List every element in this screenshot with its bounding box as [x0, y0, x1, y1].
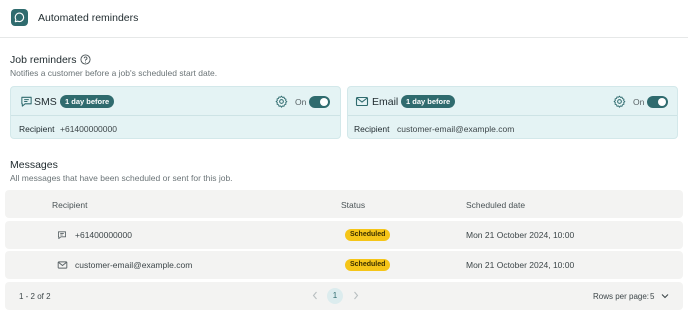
column-header-status: Status: [341, 200, 366, 210]
chevron-left-icon[interactable]: [310, 289, 320, 305]
recipient-cell: +61400000000: [75, 230, 132, 240]
job-reminders-title: Job reminders: [10, 54, 77, 66]
chevron-down-icon[interactable]: [660, 291, 670, 304]
scheduled-date-cell: Mon 21 October 2024, 10:00: [466, 230, 575, 240]
toggle-knob: [658, 98, 666, 106]
status-badge: Scheduled: [345, 259, 391, 271]
chat-bubble-icon: [11, 9, 28, 26]
sms-recipient-value: +61400000000: [60, 124, 117, 134]
table-row[interactable]: customer-email@example.com Scheduled Mon…: [5, 251, 683, 279]
scheduled-date-cell: Mon 21 October 2024, 10:00: [466, 260, 575, 270]
email-reminder-card: Email 1 day before On Recipient customer…: [347, 86, 678, 139]
status-badge: Scheduled: [345, 229, 391, 241]
sms-card-header: SMS 1 day before On: [11, 87, 340, 116]
chevron-right-icon[interactable]: [351, 289, 361, 305]
mail-icon: [57, 260, 68, 273]
sms-reminder-card: SMS 1 day before On Recipient +614000000…: [10, 86, 341, 139]
email-recipient-label: Recipient: [354, 124, 390, 134]
pagination-range: 1 - 2 of 2: [19, 292, 51, 301]
sms-icon: [57, 230, 67, 243]
messages-subtitle: All messages that have been scheduled or…: [10, 173, 233, 183]
column-header-recipient: Recipient: [52, 200, 88, 210]
recipient-cell: customer-email@example.com: [75, 260, 193, 270]
email-channel-label: Email: [372, 96, 399, 108]
toggle-knob: [320, 98, 328, 106]
sms-timing-badge: 1 day before: [60, 95, 115, 108]
sms-recipient-label: Recipient: [19, 124, 55, 134]
gear-icon[interactable]: [275, 95, 288, 111]
column-header-scheduled-date: Scheduled date: [466, 200, 526, 210]
mail-icon: [355, 95, 369, 111]
job-reminders-heading: Job reminders: [10, 54, 91, 66]
sms-toggle-label: On: [295, 97, 307, 107]
email-toggle-label: On: [633, 97, 645, 107]
page-header: Automated reminders: [0, 0, 688, 38]
table-header: Recipient Status Scheduled date: [5, 190, 683, 218]
messages-table: Recipient Status Scheduled date +6140000…: [5, 190, 683, 310]
messages-title: Messages: [10, 159, 58, 171]
gear-icon[interactable]: [613, 95, 626, 111]
job-reminders-subtitle: Notifies a customer before a job's sched…: [10, 68, 218, 78]
email-card-header: Email 1 day before On: [348, 87, 677, 116]
email-timing-badge: 1 day before: [401, 95, 456, 108]
page-number-button[interactable]: 1: [327, 288, 343, 304]
sms-toggle[interactable]: [309, 96, 330, 108]
help-icon[interactable]: [79, 54, 91, 65]
sms-icon: [20, 95, 33, 111]
page-title: Automated reminders: [38, 12, 139, 24]
sms-channel-label: SMS: [34, 96, 57, 108]
table-pagination: 1 - 2 of 2 1 Rows per page: 5: [5, 282, 683, 310]
rows-per-page-select[interactable]: 5: [650, 292, 654, 301]
rows-per-page-label: Rows per page:: [593, 292, 650, 301]
email-toggle[interactable]: [647, 96, 668, 108]
table-row[interactable]: +61400000000 Scheduled Mon 21 October 20…: [5, 221, 683, 249]
email-recipient-value: customer-email@example.com: [397, 124, 515, 134]
